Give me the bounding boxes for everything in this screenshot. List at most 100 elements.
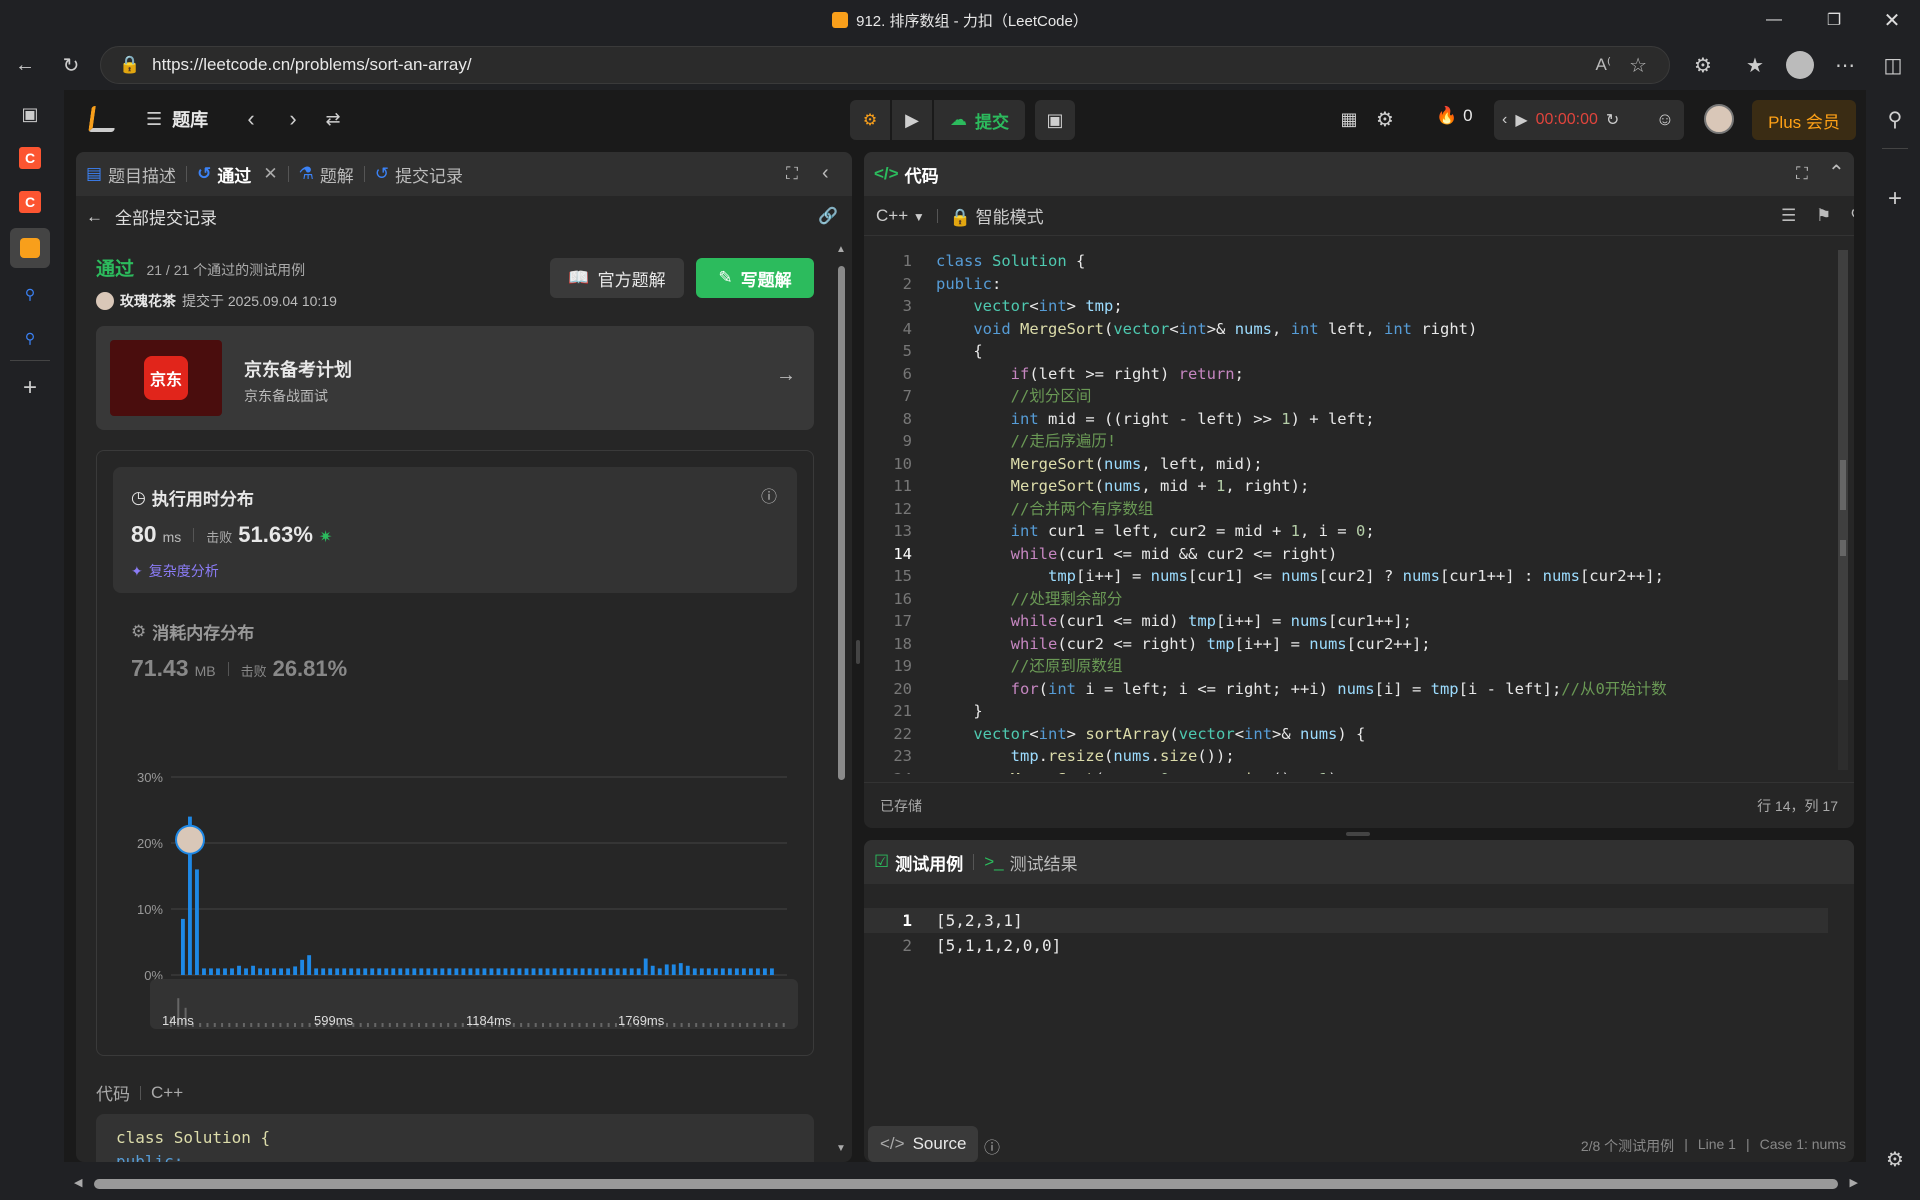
extensions-icon[interactable]: ⚙: [1686, 48, 1720, 82]
tab-solutions[interactable]: ⚗ 题解: [289, 162, 364, 187]
overview-bar: [286, 1023, 289, 1027]
write-solution-button[interactable]: ✎ 写题解: [696, 258, 814, 298]
read-aloud-icon[interactable]: A⁽: [1595, 55, 1611, 75]
start-timer-icon[interactable]: ▶: [1515, 110, 1527, 130]
editor-scrollbar[interactable]: [1838, 250, 1848, 770]
overview-bar: [717, 1023, 720, 1027]
official-solution-button[interactable]: 📖 官方题解: [550, 258, 684, 298]
problem-list-link[interactable]: ☰ 题库: [146, 106, 208, 132]
scroll-up-arrow[interactable]: ▲: [836, 244, 846, 255]
collapse-panel-icon[interactable]: ‹: [822, 162, 829, 185]
leetcode-logo[interactable]: [88, 106, 118, 132]
arrow-right-icon: →: [776, 364, 796, 386]
maximize-button[interactable]: ❐: [1804, 0, 1864, 40]
scroll-left-arrow[interactable]: ◀: [74, 1176, 82, 1189]
favorites-icon[interactable]: ★: [1738, 48, 1772, 82]
language-select[interactable]: C++ ▼: [876, 206, 925, 226]
settings-gear-icon[interactable]: ⚙: [1880, 1144, 1910, 1174]
page-horizontal-scrollbar[interactable]: ◀ ▶: [74, 1174, 1858, 1194]
tab-description[interactable]: ▤ 题目描述: [76, 162, 186, 187]
testcase-input[interactable]: 1 [5,2,3,1] 2 [5,1,1,2,0,0]: [864, 908, 1834, 958]
new-tab-icon[interactable]: +: [14, 372, 46, 404]
complexity-analysis-link[interactable]: ✦ 复杂度分析: [131, 561, 219, 581]
add-friend-icon[interactable]: ☺: [1650, 104, 1680, 134]
share-link-icon[interactable]: 🔗: [818, 206, 838, 226]
bookmark-icon[interactable]: ⚑: [1816, 206, 1831, 226]
collapse-editor-icon[interactable]: ⌃: [1828, 160, 1845, 185]
tab-leetcode[interactable]: [10, 228, 50, 268]
search-icon[interactable]: ⚲: [1880, 104, 1910, 134]
settings-icon[interactable]: ⚙: [1370, 104, 1400, 134]
memory-card[interactable]: ⚙ 消耗内存分布 71.43 MB 击败 26.81%: [113, 601, 797, 721]
overview-bar: [571, 1023, 574, 1027]
testcase-line: 1 [5,2,3,1]: [864, 908, 1828, 933]
plus-membership-button[interactable]: Plus 会员: [1752, 100, 1856, 140]
notes-icon[interactable]: ▣: [1035, 100, 1075, 140]
refresh-icon[interactable]: ↻: [54, 48, 88, 82]
overview-bar: [527, 1023, 530, 1027]
add-app-icon[interactable]: +: [1880, 184, 1910, 214]
reset-code-icon[interactable]: ↺: [1850, 204, 1854, 224]
timer-text: 00:00:00: [1535, 111, 1598, 128]
user-avatar[interactable]: [1704, 104, 1734, 134]
horizontal-resize-handle[interactable]: [1346, 832, 1370, 836]
tab-csdn-2[interactable]: C: [14, 186, 46, 218]
tab-test-results[interactable]: >_ 测试结果: [974, 850, 1087, 875]
streak-counter[interactable]: 🔥 0: [1436, 106, 1473, 126]
address-bar[interactable]: 🔒 https://leetcode.cn/problems/sort-an-a…: [100, 46, 1670, 84]
help-icon[interactable]: ⓘ: [984, 1134, 1000, 1158]
page-scrollbar-thumb[interactable]: [94, 1179, 1838, 1189]
tab-code[interactable]: </> 代码: [864, 162, 949, 187]
code-area[interactable]: 1 class Solution {2 public: 3 vector<int> t…: [864, 244, 1834, 774]
prev-problem-icon[interactable]: ‹: [236, 104, 266, 134]
tab-csdn-1[interactable]: C: [14, 142, 46, 174]
debug-icon[interactable]: ⚙: [850, 100, 890, 140]
tab-submissions[interactable]: ↺ 提交记录: [365, 162, 473, 187]
scroll-right-arrow[interactable]: ▶: [1850, 1176, 1858, 1189]
left-scrollbar-thumb[interactable]: [838, 266, 845, 780]
tab-actions-icon[interactable]: ▣: [14, 98, 46, 130]
tab-testcases[interactable]: ☑ 测试用例: [864, 850, 973, 875]
vertical-resize-handle[interactable]: [856, 640, 860, 664]
sidebar-toggle-icon[interactable]: ◫: [1876, 48, 1910, 82]
maximize-panel-icon[interactable]: ⛶: [786, 164, 798, 184]
profile-avatar[interactable]: [1786, 51, 1814, 79]
reset-timer-icon[interactable]: ↻: [1606, 110, 1619, 130]
username[interactable]: 玫瑰花茶: [120, 291, 176, 311]
histogram-bar: [657, 968, 662, 975]
collapse-timer-icon[interactable]: ‹: [1502, 111, 1507, 129]
histogram-bar: [223, 968, 227, 975]
info-icon[interactable]: ⓘ: [761, 483, 777, 507]
history-icon: ↺: [197, 164, 212, 183]
code-line: 10 MergeSort(nums, left, mid);: [864, 453, 1834, 476]
source-button[interactable]: </> Source: [868, 1126, 979, 1162]
overview-bar: [724, 1023, 727, 1027]
maximize-editor-icon[interactable]: ⛶: [1796, 164, 1808, 184]
histogram-bar: [601, 968, 606, 975]
fire-icon: 🔥: [1436, 106, 1458, 125]
runtime-card[interactable]: ◷ 执行用时分布 ⓘ 80 ms 击败 51.63% ✷ ✦ 复杂度分析: [113, 467, 797, 593]
format-icon[interactable]: ☰: [1781, 206, 1796, 226]
tab-accepted[interactable]: ↺ 通过 ✕: [187, 162, 288, 187]
smart-mode-toggle[interactable]: 🔒 智能模式: [950, 203, 1044, 228]
close-tab-icon[interactable]: ✕: [263, 164, 277, 184]
minimize-button[interactable]: —: [1744, 0, 1804, 40]
promo-card[interactable]: 京东 京东备考计划 京东备战面试 →: [96, 326, 814, 430]
history-icon: ↺: [374, 164, 390, 183]
tab-search-1[interactable]: ⚲: [14, 278, 46, 310]
run-button[interactable]: ▶: [892, 100, 932, 140]
submit-button[interactable]: ☁ 提交: [934, 100, 1025, 140]
back-to-submissions[interactable]: ← 全部提交记录: [86, 204, 217, 229]
next-problem-icon[interactable]: ›: [278, 104, 308, 134]
scroll-down-arrow[interactable]: ▼: [836, 1143, 846, 1154]
random-problem-icon[interactable]: ⇄: [316, 104, 350, 134]
cursor-position[interactable]: 行 14，列 17: [1757, 796, 1838, 816]
back-icon[interactable]: ←: [8, 48, 42, 82]
close-button[interactable]: ✕: [1862, 0, 1920, 40]
layout-icon[interactable]: ▦: [1334, 104, 1364, 134]
more-menu-icon[interactable]: ⋯: [1828, 48, 1862, 82]
chart-overview-brush[interactable]: 14ms 599ms 1184ms 1769ms: [150, 979, 798, 1029]
favorite-star-icon[interactable]: ☆: [1629, 53, 1647, 78]
overview-bar: [221, 1023, 224, 1027]
tab-search-2[interactable]: ⚲: [14, 322, 46, 354]
